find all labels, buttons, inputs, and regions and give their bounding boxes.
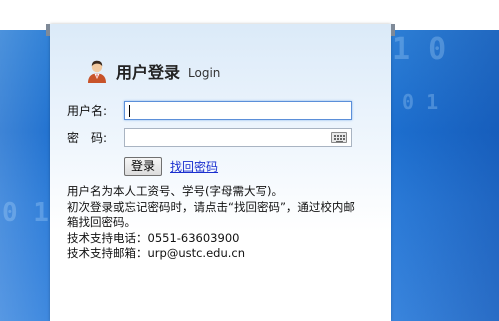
login-header: 用户登录 Login <box>86 58 220 84</box>
username-label: 用户名: <box>67 104 108 118</box>
text-caret <box>129 105 130 117</box>
background-digits-right-top: 1 0 <box>392 32 447 67</box>
page-subtitle: Login <box>188 65 221 80</box>
username-row: 用户名: <box>67 101 352 120</box>
info-line-support-phone: 技术支持电话：0551-63603900 <box>67 230 240 245</box>
info-line-support-email: 技术支持邮箱：urp@ustc.edu.cn <box>67 246 246 260</box>
password-input[interactable] <box>124 128 352 147</box>
user-avatar-icon <box>86 59 108 83</box>
keyboard-icon[interactable] <box>331 132 347 143</box>
login-info: 用户名为本人工资号、学号(字母需大写)。 初次登录或忘记密码时，请点击“找回密码… <box>67 184 387 262</box>
actions-row: 登录 找回密码 <box>124 157 218 176</box>
username-input[interactable] <box>124 101 352 120</box>
password-label: 密 码: <box>67 131 108 145</box>
forgot-password-link[interactable]: 找回密码 <box>170 158 218 175</box>
page-title: 用户登录 <box>116 63 181 82</box>
info-line-username-rule: 用户名为本人工资号、学号(字母需大写)。 <box>67 184 283 198</box>
background-glow-right <box>389 30 499 321</box>
password-row: 密 码: <box>67 128 352 147</box>
login-panel: 用户登录 Login 用户名: 密 码: 登录 找回密码 用户名为本人工资号、学… <box>46 24 395 321</box>
info-line-first-login: 初次登录或忘记密码时，请点击“找回密码”，通过校内邮 <box>67 199 355 214</box>
login-button[interactable]: 登录 <box>124 157 163 176</box>
info-line-mailbox: 箱找回密码。 <box>67 215 136 229</box>
background-digits-right-mid: 0 1 <box>402 90 439 114</box>
